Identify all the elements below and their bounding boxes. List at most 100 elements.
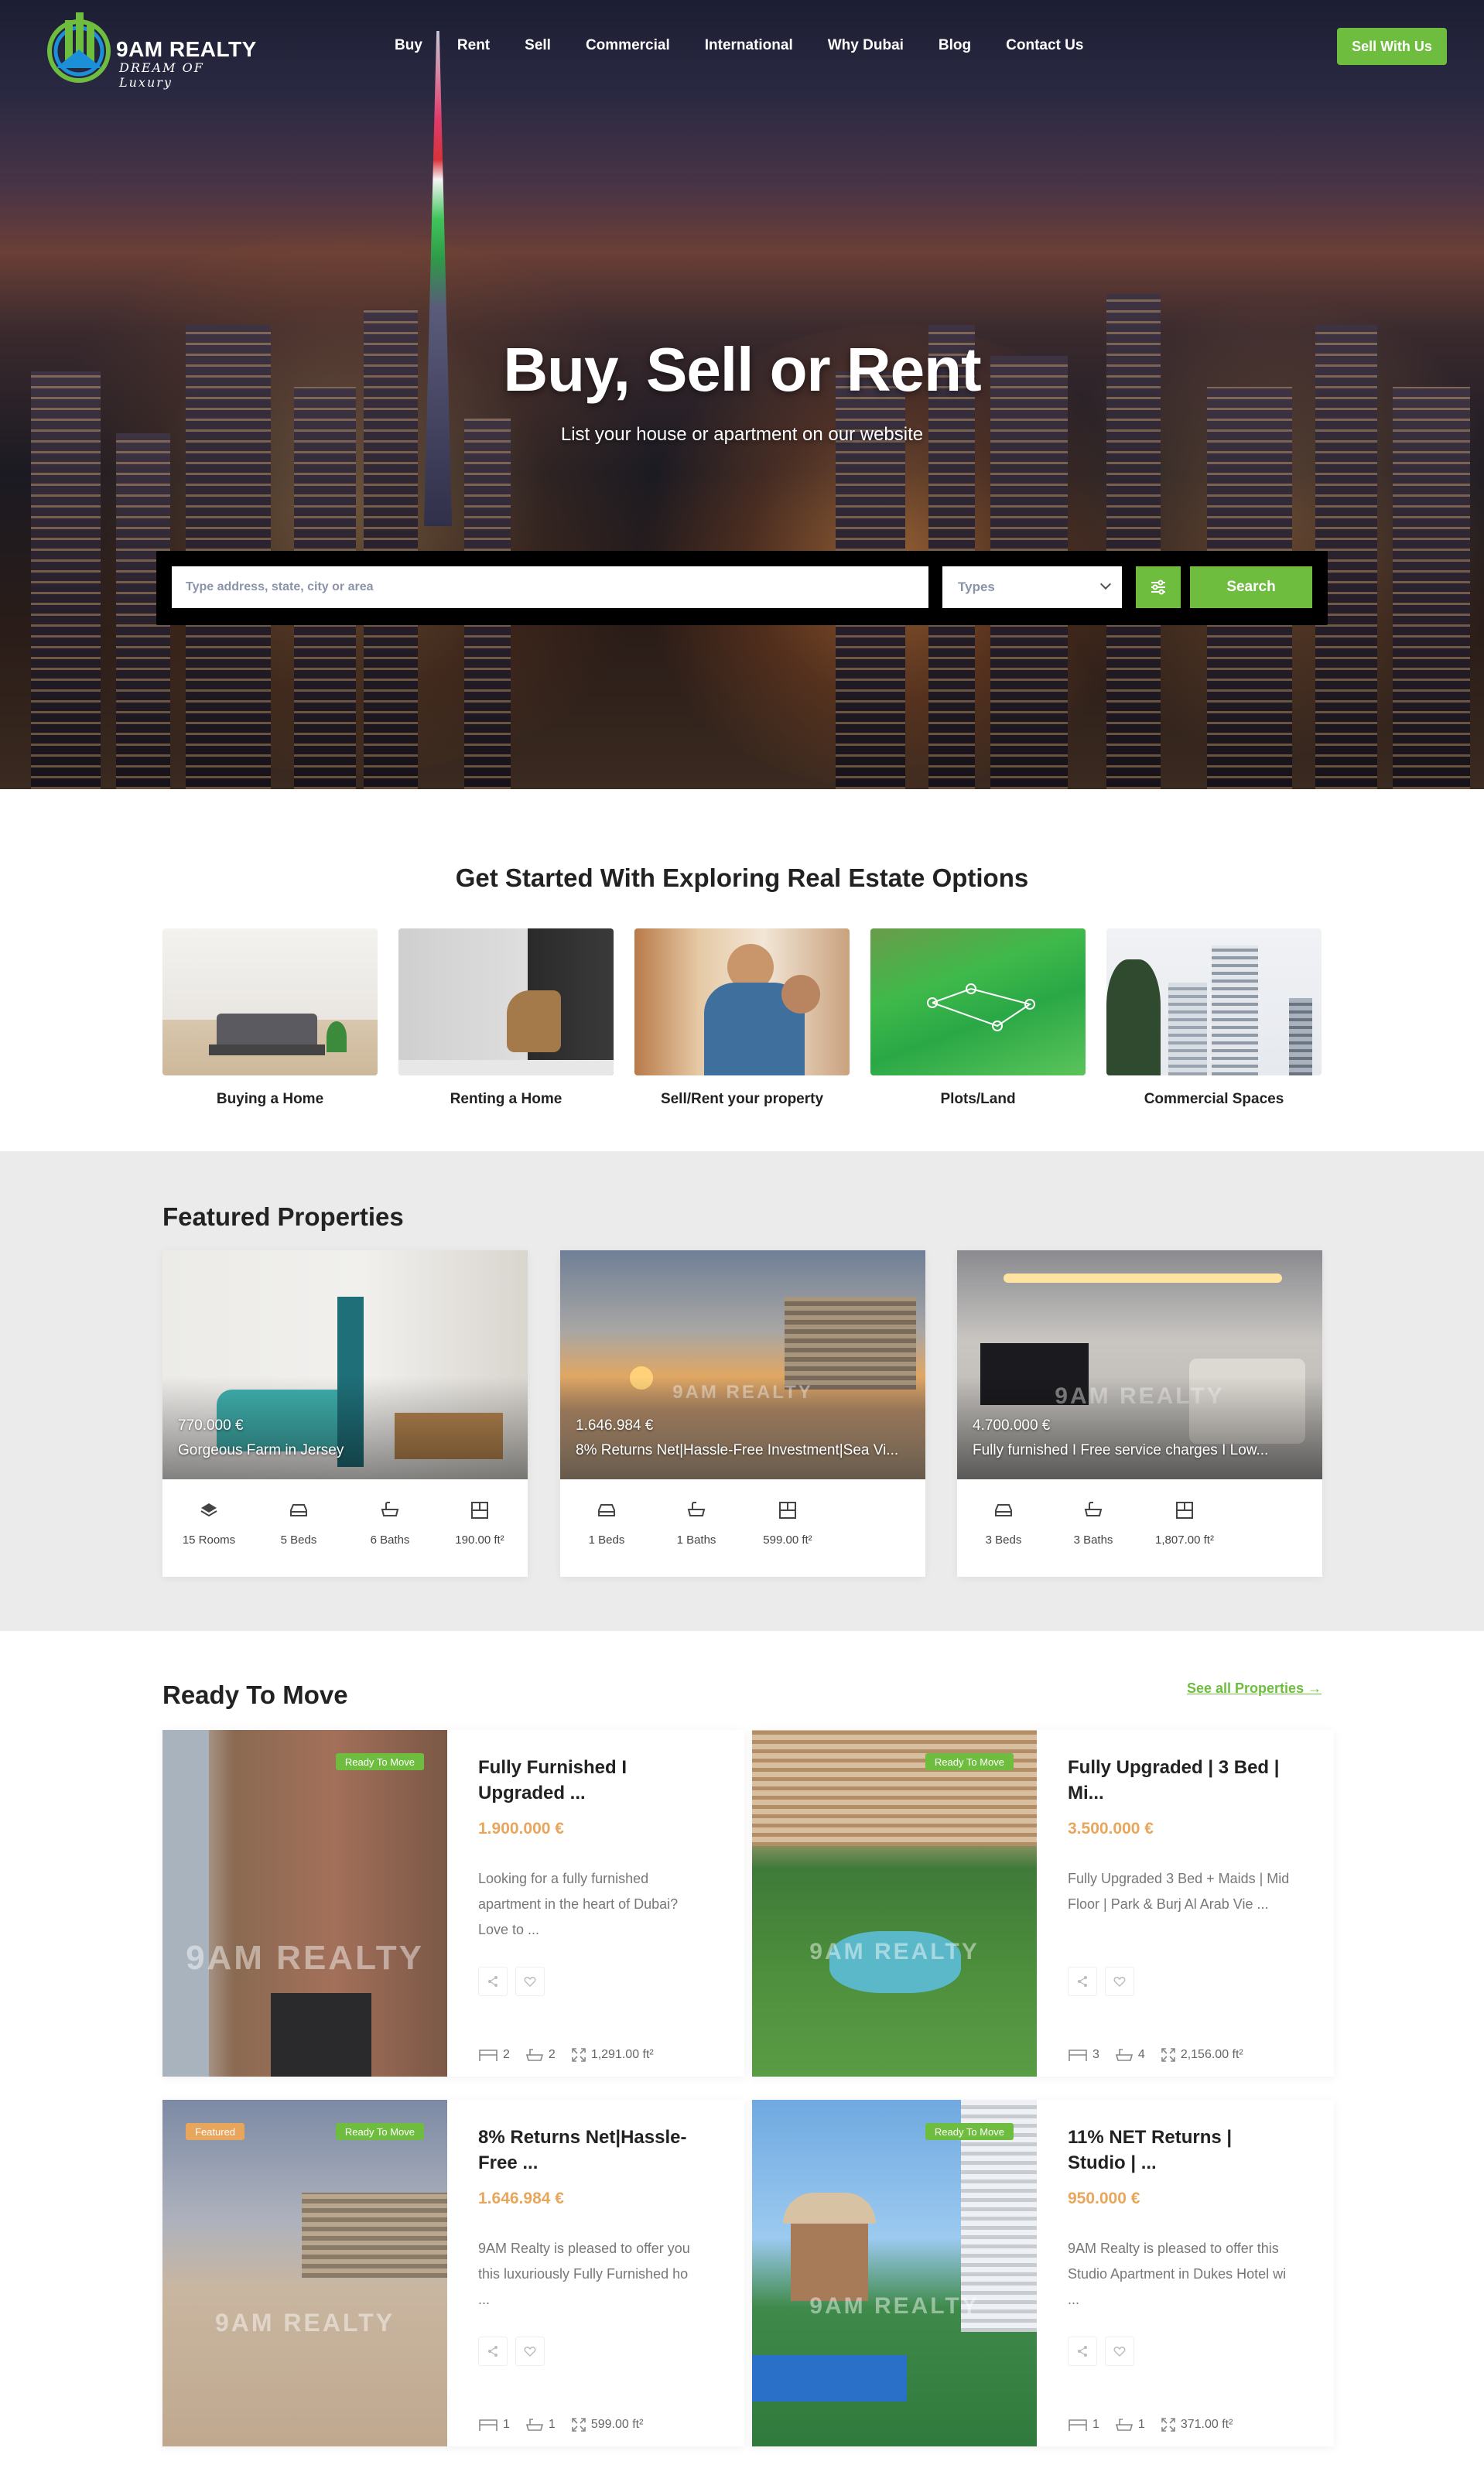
see-all-properties-link[interactable]: See all Properties → (1187, 1680, 1322, 1697)
property-title: Fully Upgraded | 3 Bed | Mi... (1068, 1757, 1280, 1803)
nav-buy[interactable]: Buy (395, 37, 422, 54)
ready-card[interactable]: 9AM REALTY Ready To Move Fully Furnished… (162, 1730, 744, 2077)
featured-card[interactable]: 9AM REALTY 1.646.984 € 8% Returns Net|Ha… (560, 1250, 925, 1577)
nav-blog[interactable]: Blog (939, 37, 971, 54)
explore-title: Get Started With Exploring Real Estate O… (455, 863, 1029, 892)
area-icon (1176, 1502, 1193, 1519)
stat-area: 1,291.00 ft² (571, 2047, 654, 2063)
property-features: 15 Rooms 5 Beds 6 Baths 190.00 ft² (162, 1498, 528, 1560)
share-icon (1078, 1976, 1087, 1987)
property-description: Fully Upgraded 3 Bed + Maids | Mid Floor… (1068, 1871, 1290, 1912)
feature-area: 599.00 ft² (749, 1498, 826, 1547)
property-title: 8% Returns Net|Hassle-Free ... (478, 2127, 687, 2173)
property-image: 9AM REALTY Ready To Move (162, 1730, 447, 2077)
category-image (398, 928, 614, 1075)
stat-beds: 3 (1068, 2047, 1099, 2063)
logo-icon (47, 12, 111, 83)
feature-beds: 1 Beds (568, 1498, 645, 1547)
favorite-button[interactable] (1105, 2337, 1134, 2366)
nav-why-dubai[interactable]: Why Dubai (828, 37, 904, 54)
featured-card[interactable]: 770.000 € Gorgeous Farm in Jersey 15 Roo… (162, 1250, 528, 1577)
expand-icon (572, 2418, 586, 2432)
share-button[interactable] (478, 1967, 508, 1996)
share-button[interactable] (1068, 1967, 1097, 1996)
nav-sell[interactable]: Sell (525, 37, 551, 54)
logo[interactable]: 9AM REALTY DREAM OF Luxury (45, 6, 262, 90)
sell-with-us-button[interactable]: Sell With Us (1337, 28, 1447, 65)
nav-rent[interactable]: Rent (457, 37, 490, 54)
heart-icon (1113, 2347, 1126, 2357)
nav-commercial[interactable]: Commercial (586, 37, 670, 54)
featured-title: Featured Properties (162, 1202, 404, 1231)
favorite-button[interactable] (515, 2337, 545, 2366)
category-image (1106, 928, 1322, 1075)
stat-area: 599.00 ft² (571, 2417, 643, 2433)
expand-icon (1161, 2048, 1175, 2062)
ready-to-move-badge: Ready To Move (335, 1753, 424, 1770)
brand-name: 9AM REALTY (116, 37, 257, 61)
stat-area: 2,156.00 ft² (1161, 2047, 1243, 2063)
search-bar: Types Search (156, 551, 1328, 625)
stat-baths: 2 (525, 2047, 556, 2063)
category-renting-home[interactable]: Renting a Home (398, 928, 614, 1108)
stat-area: 371.00 ft² (1161, 2417, 1233, 2433)
heart-icon (524, 2347, 536, 2357)
category-sell-rent-property[interactable]: Sell/Rent your property (634, 928, 850, 1108)
share-button[interactable] (1068, 2337, 1097, 2366)
watermark: 9AM REALTY (186, 1939, 424, 1977)
feature-baths: 3 Baths (1055, 1498, 1132, 1547)
bath-icon (1115, 2049, 1133, 2061)
ready-card[interactable]: 9AM REALTY Ready To Move 11% NET Returns… (752, 2100, 1334, 2446)
category-label: Commercial Spaces (1144, 1091, 1284, 1107)
category-image (870, 928, 1086, 1075)
types-select-label: Types (958, 579, 995, 594)
property-features: 1 Beds 1 Baths 599.00 ft² (560, 1498, 925, 1560)
property-title: Gorgeous Farm in Jersey (178, 1442, 344, 1458)
ready-card[interactable]: 9AM REALTY Featured Ready To Move 8% Ret… (162, 2100, 744, 2446)
card-actions (1068, 2337, 1134, 2366)
property-price: 1.900.000 € (478, 1820, 564, 1838)
search-button[interactable]: Search (1190, 566, 1312, 608)
bed-icon (1069, 2419, 1087, 2431)
bed-icon (290, 1504, 307, 1516)
bath-icon (525, 2419, 543, 2431)
expand-icon (572, 2048, 586, 2062)
favorite-button[interactable] (1105, 1967, 1134, 1996)
favorite-button[interactable] (515, 1967, 545, 1996)
top-nav: 9AM REALTY DREAM OF Luxury Buy Rent Sell… (0, 0, 1484, 93)
rooms-icon (200, 1503, 217, 1517)
property-price: 950.000 € (1068, 2190, 1140, 2207)
bath-icon (381, 1502, 399, 1516)
property-price: 1.646.984 € (478, 2190, 564, 2207)
ready-card[interactable]: 9AM REALTY Ready To Move Fully Upgraded … (752, 1730, 1334, 2077)
share-button[interactable] (478, 2337, 508, 2366)
filter-button[interactable] (1136, 566, 1181, 608)
property-image: 9AM REALTY Featured Ready To Move (162, 2100, 447, 2446)
card-actions (478, 2337, 545, 2366)
stat-beds: 1 (1068, 2417, 1099, 2433)
bed-icon (598, 1504, 615, 1516)
search-input[interactable] (172, 566, 928, 608)
types-select[interactable]: Types (942, 566, 1122, 608)
nav-contact-us[interactable]: Contact Us (1006, 37, 1083, 54)
card-actions (1068, 1967, 1134, 1996)
area-icon (779, 1502, 796, 1519)
area-icon (471, 1502, 488, 1519)
bath-icon (1115, 2419, 1133, 2431)
property-features: 3 Beds 3 Baths 1,807.00 ft² (957, 1498, 1322, 1560)
category-image (162, 928, 378, 1075)
category-label: Plots/Land (940, 1091, 1016, 1107)
category-buying-home[interactable]: Buying a Home (162, 928, 378, 1108)
hero-subtitle: List your house or apartment on our webs… (560, 424, 924, 445)
nav-international[interactable]: International (705, 37, 793, 54)
property-description: 9AM Realty is pleased to offer you this … (478, 2241, 690, 2307)
property-stats: 2 2 1,291.00 ft² (478, 2047, 669, 2063)
ready-to-move-badge: Ready To Move (925, 2123, 1014, 2140)
category-commercial-spaces[interactable]: Commercial Spaces (1106, 928, 1322, 1108)
category-plots-land[interactable]: Plots/Land (870, 928, 1086, 1108)
stat-baths: 1 (525, 2417, 556, 2433)
featured-card[interactable]: 9AM REALTY 4.700.000 € Fully furnished I… (957, 1250, 1322, 1577)
stat-baths: 1 (1115, 2417, 1145, 2433)
property-title: 11% NET Returns | Studio | ... (1068, 2127, 1233, 2173)
brand-tagline: DREAM OF Luxury (119, 60, 204, 90)
